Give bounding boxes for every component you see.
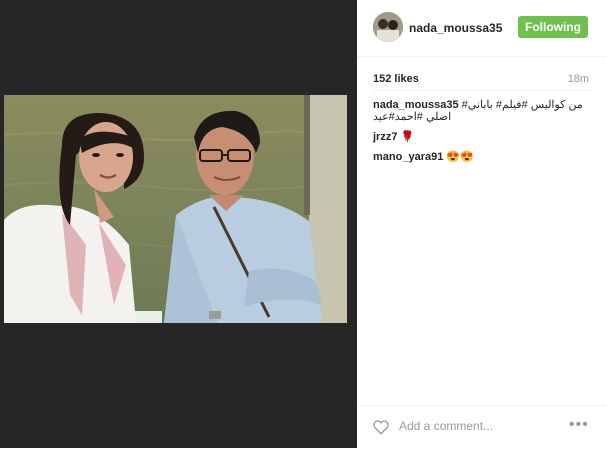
post-time[interactable]: 18m — [568, 73, 589, 85]
caption-text: nada_moussa35 من كواليس #فيلم# باباني# ا… — [373, 99, 591, 123]
heart-icon[interactable] — [372, 418, 390, 436]
comment-username[interactable]: jrzz7 — [373, 131, 397, 143]
comment-bar: ••• — [357, 405, 607, 449]
comment-text: 🌹 — [400, 131, 415, 143]
post-photo[interactable] — [4, 95, 347, 323]
comment-text: 😍😍 — [446, 151, 474, 163]
post-username[interactable]: nada_moussa35 — [409, 21, 502, 35]
following-button[interactable]: Following — [518, 16, 588, 38]
list-item: mano_yara91 😍😍 — [373, 151, 591, 163]
caption-comment: nada_moussa35 من كواليس #فيلم# باباني# ا… — [373, 99, 591, 123]
comment-username[interactable]: mano_yara91 — [373, 151, 443, 163]
avatar[interactable] — [373, 12, 403, 42]
more-options-icon[interactable]: ••• — [569, 415, 591, 435]
likes-count[interactable]: 152 likes — [373, 73, 419, 85]
caption-username[interactable]: nada_moussa35 — [373, 99, 459, 111]
heart-icon-graphic — [373, 420, 389, 435]
add-comment-input[interactable] — [399, 416, 549, 436]
media-pane — [0, 0, 357, 448]
post-photo-image — [4, 95, 347, 323]
list-item: jrzz7 🌹 — [373, 131, 591, 143]
avatar-image — [373, 12, 403, 42]
post-header: nada_moussa35 Following — [357, 0, 607, 57]
comments-list: nada_moussa35 من كواليس #فيلم# باباني# ا… — [373, 90, 591, 171]
post-sidebar: nada_moussa35 Following 152 likes 18m na… — [357, 0, 607, 448]
